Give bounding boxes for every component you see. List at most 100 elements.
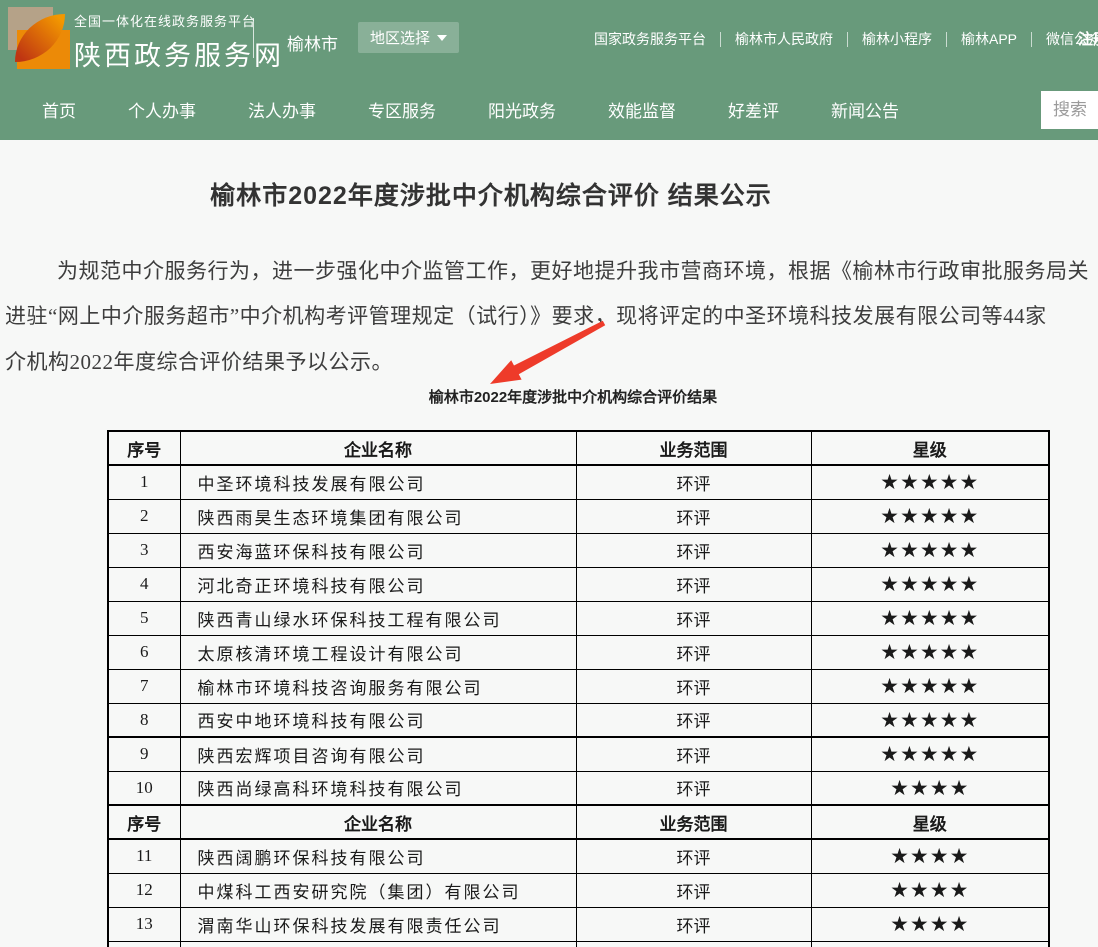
nav-item-rating[interactable]: 好差评 <box>728 97 779 122</box>
row-index-cell: 2 <box>108 499 180 533</box>
table-row: 10陕西尚绿高科环境科技有限公司环评★★★★ <box>108 771 1049 805</box>
star-rating-cell: ★★★★★ <box>811 533 1049 567</box>
top-link-app[interactable]: 榆林APP <box>947 29 1031 49</box>
row-index-cell: 11 <box>108 839 180 873</box>
row-index-cell: 6 <box>108 635 180 669</box>
business-scope-cell: 环评 <box>576 465 811 499</box>
table-caption: 榆林市2022年度涉批中介机构综合评价结果 <box>0 386 1098 407</box>
empty-cell <box>108 941 180 947</box>
search-input[interactable] <box>1041 91 1098 129</box>
table-row: 4河北奇正环境科技有限公司环评★★★★★ <box>108 567 1049 601</box>
nav-item-legal-person[interactable]: 法人办事 <box>248 97 316 122</box>
row-index-cell: 10 <box>108 771 180 805</box>
star-rating-cell: ★★★★★ <box>811 567 1049 601</box>
main-nav-bar: 首页 个人办事 法人办事 专区服务 阳光政务 效能监督 好差评 新闻公告 <box>0 78 1098 140</box>
table-header-row: 序号企业名称业务范围星级 <box>108 431 1049 465</box>
star-rating-cell: ★★★★★ <box>811 601 1049 635</box>
table-row: 13渭南华山环保科技发展有限责任公司环评★★★★ <box>108 907 1049 941</box>
nav-item-efficiency-supervision[interactable]: 效能监督 <box>608 97 676 122</box>
register-link[interactable]: 注册 <box>1078 28 1098 49</box>
paragraph-line-1: 为规范中介服务行为，进一步强化中介监管工作，更好地提升我市营商环境，根据《榆林市… <box>5 255 1089 285</box>
business-scope-cell: 环评 <box>576 873 811 907</box>
top-header-bar: 全国一体化在线政务服务平台 陕西政务服务网 榆林市 地区选择 国家政务服务平台 … <box>0 0 1098 78</box>
business-scope-cell: 环评 <box>576 737 811 771</box>
row-index-cell: 12 <box>108 873 180 907</box>
row-index-cell: 13 <box>108 907 180 941</box>
business-scope-cell: 环评 <box>576 703 811 737</box>
business-scope-cell: 环评 <box>576 635 811 669</box>
business-scope-cell: 环评 <box>576 533 811 567</box>
top-links-nav: 国家政务服务平台 榆林市人民政府 榆林小程序 榆林APP 微信公众号 <box>580 29 1098 49</box>
business-scope-cell: 环评 <box>576 771 811 805</box>
empty-cell <box>576 941 811 947</box>
star-rating-cell: ★★★★★ <box>811 635 1049 669</box>
top-link-mini-program[interactable]: 榆林小程序 <box>848 29 946 49</box>
row-index-cell: 8 <box>108 703 180 737</box>
business-scope-cell: 环评 <box>576 601 811 635</box>
column-header: 星级 <box>811 431 1049 465</box>
nav-item-news[interactable]: 新闻公告 <box>831 97 899 122</box>
table-row: 1中圣环境科技发展有限公司环评★★★★★ <box>108 465 1049 499</box>
business-scope-cell: 环评 <box>576 669 811 703</box>
empty-cell <box>180 941 576 947</box>
company-name-cell: 榆林市环境科技咨询服务有限公司 <box>180 669 576 703</box>
nav-item-zone-services[interactable]: 专区服务 <box>368 97 436 122</box>
business-scope-cell: 环评 <box>576 567 811 601</box>
row-index-cell: 1 <box>108 465 180 499</box>
nav-item-home[interactable]: 首页 <box>42 97 76 122</box>
table-row: 6太原核清环境工程设计有限公司环评★★★★★ <box>108 635 1049 669</box>
table-row: 11陕西阔鹏环保科技有限公司环评★★★★ <box>108 839 1049 873</box>
star-rating-cell: ★★★★★ <box>811 499 1049 533</box>
top-link-city-government[interactable]: 榆林市人民政府 <box>721 29 847 49</box>
main-nav-items: 首页 个人办事 法人办事 专区服务 阳光政务 效能监督 好差评 新闻公告 <box>42 78 899 140</box>
empty-cell <box>811 941 1049 947</box>
star-rating-cell: ★★★★ <box>811 907 1049 941</box>
site-logo[interactable] <box>8 7 70 69</box>
table-row: 3西安海蓝环保科技有限公司环评★★★★★ <box>108 533 1049 567</box>
row-index-cell: 5 <box>108 601 180 635</box>
current-city-label: 榆林市 <box>287 30 338 55</box>
top-link-national-platform[interactable]: 国家政务服务平台 <box>580 29 720 49</box>
row-index-cell: 3 <box>108 533 180 567</box>
table-row: 2陕西雨昊生态环境集团有限公司环评★★★★★ <box>108 499 1049 533</box>
table-header-row: 序号企业名称业务范围星级 <box>108 805 1049 839</box>
business-scope-cell: 环评 <box>576 839 811 873</box>
business-scope-cell: 环评 <box>576 499 811 533</box>
table-row: 7榆林市环境科技咨询服务有限公司环评★★★★★ <box>108 669 1049 703</box>
region-select-label: 地区选择 <box>370 27 430 48</box>
paragraph-line-2: 进驻“网上中介服务超市”中介机构考评管理规定（试行）》要求，现将评定的中圣环境科… <box>5 300 1047 330</box>
nav-item-open-government[interactable]: 阳光政务 <box>488 97 556 122</box>
star-rating-cell: ★★★★ <box>811 873 1049 907</box>
company-name-cell: 中煤科工西安研究院（集团）有限公司 <box>180 873 576 907</box>
table-row: 12中煤科工西安研究院（集团）有限公司环评★★★★ <box>108 873 1049 907</box>
company-name-cell: 陕西青山绿水环保科技工程有限公司 <box>180 601 576 635</box>
table-row: 8西安中地环境科技有限公司环评★★★★★ <box>108 703 1049 737</box>
company-name-cell: 河北奇正环境科技有限公司 <box>180 567 576 601</box>
star-rating-cell: ★★★★ <box>811 771 1049 805</box>
business-scope-cell: 环评 <box>576 907 811 941</box>
table-row: 5陕西青山绿水环保科技工程有限公司环评★★★★★ <box>108 601 1049 635</box>
column-header: 序号 <box>108 431 180 465</box>
column-header: 企业名称 <box>180 431 576 465</box>
row-index-cell: 4 <box>108 567 180 601</box>
column-header: 星级 <box>811 805 1049 839</box>
table-row-partial <box>108 941 1049 947</box>
column-header: 业务范围 <box>576 431 811 465</box>
company-name-cell: 西安海蓝环保科技有限公司 <box>180 533 576 567</box>
company-name-cell: 西安中地环境科技有限公司 <box>180 703 576 737</box>
star-rating-cell: ★★★★ <box>811 839 1049 873</box>
chevron-down-icon <box>437 35 447 41</box>
column-header: 企业名称 <box>180 805 576 839</box>
row-index-cell: 9 <box>108 737 180 771</box>
row-index-cell: 7 <box>108 669 180 703</box>
nav-item-personal[interactable]: 个人办事 <box>128 97 196 122</box>
star-rating-cell: ★★★★★ <box>811 737 1049 771</box>
star-rating-cell: ★★★★★ <box>811 703 1049 737</box>
star-rating-cell: ★★★★★ <box>811 669 1049 703</box>
page-title: 榆林市2022年度涉批中介机构综合评价 结果公示 <box>0 176 982 212</box>
company-name-cell: 陕西雨昊生态环境集团有限公司 <box>180 499 576 533</box>
star-rating-cell: ★★★★★ <box>811 465 1049 499</box>
company-name-cell: 陕西阔鹏环保科技有限公司 <box>180 839 576 873</box>
company-name-cell: 渭南华山环保科技发展有限责任公司 <box>180 907 576 941</box>
region-select-button[interactable]: 地区选择 <box>358 22 459 53</box>
